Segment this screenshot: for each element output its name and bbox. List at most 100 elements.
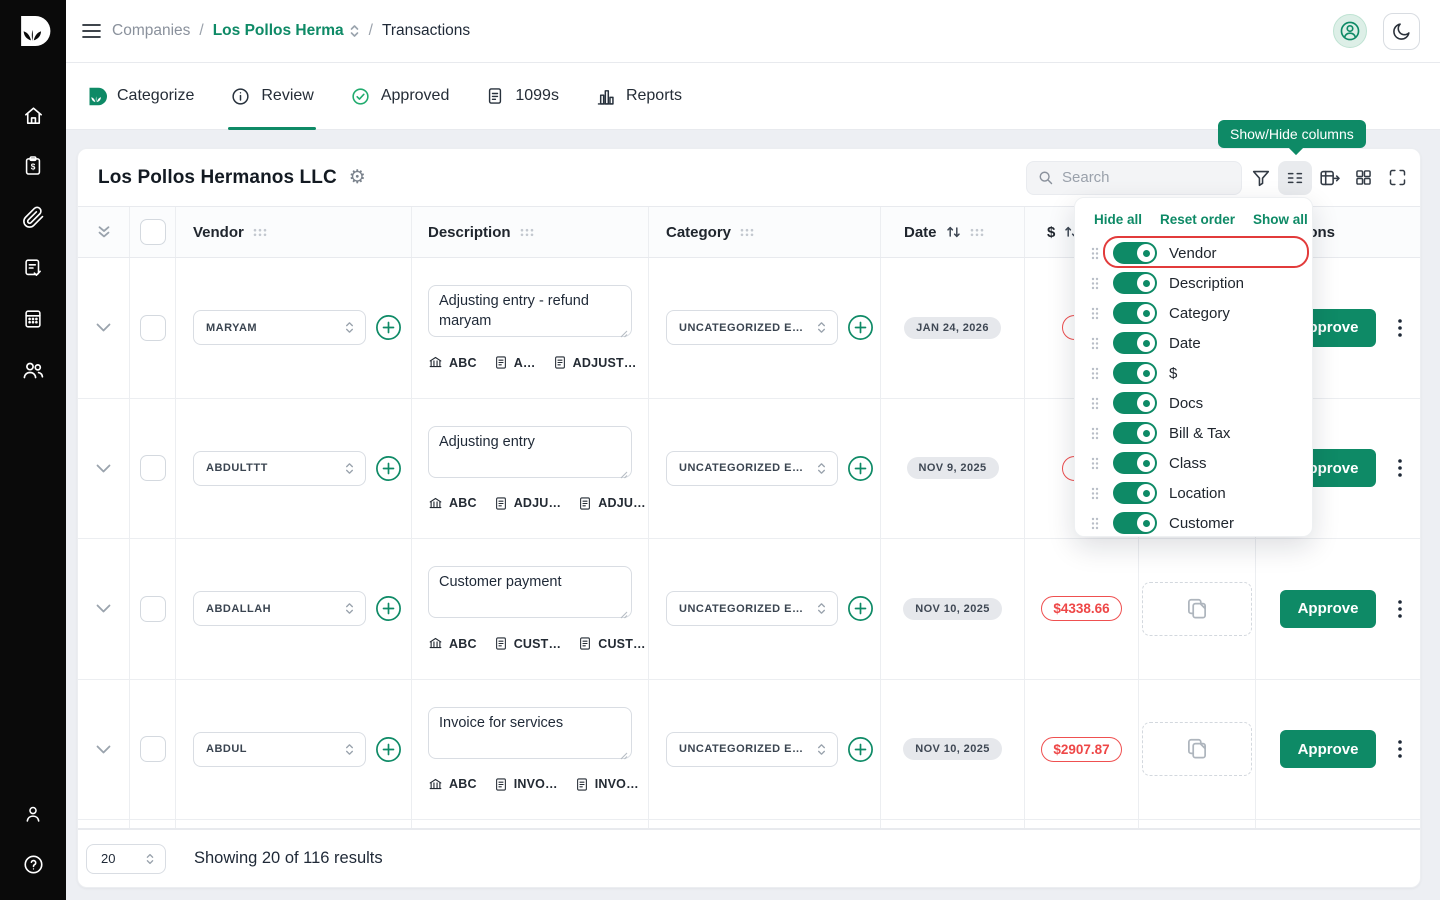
column-grip-icon[interactable] [520,228,534,237]
tab-review[interactable]: Review [228,63,317,130]
hamburger-menu-icon[interactable] [77,17,105,45]
drag-handle-icon[interactable] [1091,427,1099,440]
breadcrumb-company-selector[interactable]: Los Pollos Herma [213,22,360,40]
add-vendor-button[interactable] [375,736,402,763]
bank-chip[interactable]: ABC [428,496,477,511]
column-toggle[interactable] [1113,362,1157,384]
hide-all-link[interactable]: Hide all [1094,212,1142,227]
row-expand-chevron-icon[interactable] [95,463,112,474]
description-input[interactable]: Invoice for services [428,706,632,759]
help-icon[interactable] [21,852,45,876]
date-badge[interactable]: NOV 10, 2025 [903,597,1002,620]
drag-handle-icon[interactable] [1091,457,1099,470]
tab-categorize[interactable]: Categorize [84,63,196,129]
gear-icon[interactable]: ⚙ [349,168,366,187]
select-all-checkbox[interactable] [139,219,166,245]
filter-button[interactable] [1244,161,1278,195]
breadcrumb-companies[interactable]: Companies [112,22,190,40]
column-toggle[interactable] [1113,422,1157,444]
review-document-icon[interactable] [21,256,45,280]
export-table-button[interactable] [1312,161,1346,195]
column-toggle[interactable] [1113,302,1157,324]
row-menu-kebab-icon[interactable] [1390,597,1410,621]
drag-handle-icon[interactable] [1091,277,1099,290]
column-grip-icon[interactable] [970,228,984,237]
show-hide-columns-button[interactable] [1278,160,1312,195]
row-checkbox[interactable] [139,314,166,341]
attachments-paperclip-icon[interactable] [21,205,45,229]
row-menu-kebab-icon[interactable] [1390,737,1410,761]
column-toggle[interactable] [1113,332,1157,354]
reset-order-link[interactable]: Reset order [1160,212,1235,227]
account-person-icon[interactable] [21,802,45,826]
category-select[interactable]: UNCATEGORIZED E… [666,731,838,767]
date-badge[interactable]: NOV 10, 2025 [903,738,1002,761]
column-grip-icon[interactable] [740,228,754,237]
drag-handle-icon[interactable] [1091,487,1099,500]
row-expand-chevron-icon[interactable] [95,603,112,614]
add-category-button[interactable] [847,736,874,763]
fullscreen-button[interactable] [1380,161,1414,195]
category-select[interactable]: UNCATEGORIZED E… [666,450,838,486]
drag-handle-icon[interactable] [1091,247,1099,260]
vendor-select[interactable]: ABDUL [193,731,366,767]
grid-view-button[interactable] [1346,161,1380,195]
column-toggle[interactable] [1113,512,1157,534]
add-category-button[interactable] [847,314,874,341]
home-icon[interactable] [21,103,45,127]
billing-clipboard-icon[interactable]: $ [21,154,45,178]
description-input[interactable]: Adjusting entry - refund maryam [428,285,632,338]
add-vendor-button[interactable] [375,455,402,482]
amount-badge[interactable]: $2907.87 [1041,736,1122,762]
add-category-button[interactable] [847,595,874,622]
doc-chip[interactable]: ADJU… [494,496,562,511]
bank-chip[interactable]: ABC [428,777,477,792]
column-toggle[interactable] [1113,482,1157,504]
date-badge[interactable]: NOV 9, 2025 [906,457,999,480]
column-toggle[interactable] [1113,452,1157,474]
date-badge[interactable]: JAN 24, 2026 [904,316,1001,339]
doc-chip[interactable]: ADJUST… [553,355,637,370]
calculator-icon[interactable] [21,307,45,331]
docs-dropzone[interactable] [1142,581,1252,636]
header-vendor[interactable]: Vendor [176,207,412,257]
sort-icon[interactable] [946,225,961,239]
drag-handle-icon[interactable] [1091,307,1099,320]
doc-chip[interactable]: A… [494,355,536,370]
approve-button[interactable]: Approve [1280,730,1376,769]
row-menu-kebab-icon[interactable] [1390,316,1410,340]
doc-chip[interactable]: CUST… [494,636,562,651]
drag-handle-icon[interactable] [1091,517,1099,530]
bank-chip[interactable]: ABC [428,355,477,370]
drag-handle-icon[interactable] [1091,397,1099,410]
header-date[interactable]: Date [881,207,1025,257]
add-vendor-button[interactable] [375,314,402,341]
drag-handle-icon[interactable] [1091,367,1099,380]
category-select[interactable]: UNCATEGORIZED E… [666,591,838,627]
docs-dropzone[interactable] [1142,722,1252,777]
page-size-select[interactable]: 20 [86,843,166,874]
vendor-select[interactable]: ABDULTTT [193,450,366,486]
row-menu-kebab-icon[interactable] [1390,456,1410,480]
doc-chip[interactable]: INVO… [575,777,639,792]
vendor-select[interactable]: MARYAM [193,310,366,346]
tab-reports[interactable]: Reports [593,63,684,129]
app-logo[interactable] [13,11,53,51]
user-avatar[interactable] [1333,14,1367,48]
row-checkbox[interactable] [139,595,166,622]
amount-badge[interactable]: $4338.66 [1041,596,1122,622]
header-category[interactable]: Category [649,207,881,257]
doc-chip[interactable]: CUST… [578,636,646,651]
show-all-link[interactable]: Show all [1253,212,1308,227]
approve-button[interactable]: Approve [1280,589,1376,628]
dark-mode-toggle[interactable] [1383,12,1420,50]
description-input[interactable]: Customer payment [428,566,632,619]
column-toggle[interactable] [1113,392,1157,414]
description-input[interactable]: Adjusting entry [428,425,632,478]
drag-handle-icon[interactable] [1091,337,1099,350]
column-toggle[interactable] [1113,242,1157,264]
search-input[interactable] [1062,169,1222,186]
header-description[interactable]: Description [412,207,649,257]
row-expand-chevron-icon[interactable] [95,744,112,755]
category-select[interactable]: UNCATEGORIZED E… [666,310,838,346]
